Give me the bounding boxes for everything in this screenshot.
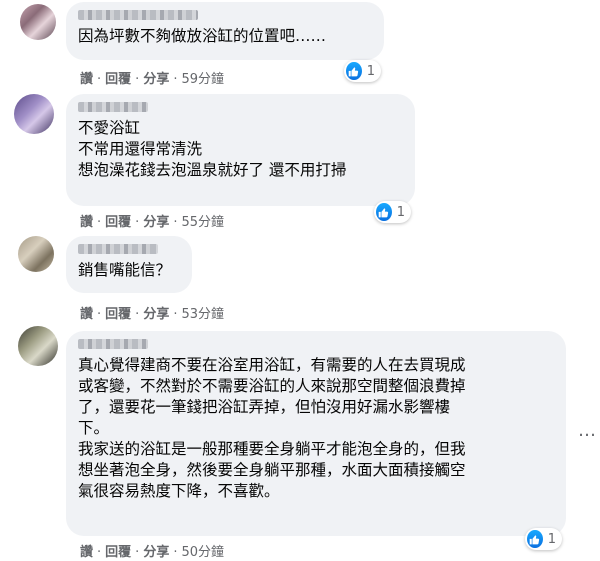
separator: · bbox=[135, 545, 140, 560]
timestamp[interactable]: 59分鐘 bbox=[181, 72, 224, 87]
comment-text-line: 了，還要花一筆錢把浴缸弄掉，但怕沒用好漏水影響樓 bbox=[78, 398, 451, 416]
comment-text-line: 想坐著泡全身，然後要全身躺平那種，水面大面積接觸空 bbox=[78, 461, 466, 479]
comment-actions: 讚 · 回覆 · 分享 · 59分鐘 bbox=[80, 68, 224, 87]
like-icon bbox=[527, 530, 543, 548]
commenter-name-blurred[interactable] bbox=[78, 244, 158, 254]
avatar[interactable] bbox=[20, 4, 56, 40]
comment-text-line: 不常用還得常清洗 bbox=[78, 140, 203, 158]
reply-link[interactable]: 回覆 bbox=[105, 307, 131, 322]
like-icon bbox=[376, 203, 392, 221]
share-link[interactable]: 分享 bbox=[143, 215, 169, 230]
separator: · bbox=[97, 72, 102, 87]
reaction-summary[interactable]: 1 bbox=[374, 201, 411, 223]
share-link[interactable]: 分享 bbox=[143, 307, 169, 322]
separator: · bbox=[135, 307, 140, 322]
comment-bubble: 因為坪數不夠做放浴缸的位置吧…… bbox=[66, 2, 384, 60]
commenter-name-blurred[interactable] bbox=[78, 102, 148, 112]
like-link[interactable]: 讚 bbox=[80, 307, 93, 322]
like-link[interactable]: 讚 bbox=[80, 545, 93, 560]
share-link[interactable]: 分享 bbox=[143, 72, 169, 87]
comment-bubble: 不愛浴缸 不常用還得常清洗 想泡澡花錢去泡溫泉就好了 還不用打掃 bbox=[66, 94, 415, 206]
reaction-count: 1 bbox=[396, 204, 405, 220]
separator: · bbox=[97, 545, 102, 560]
separator: · bbox=[173, 72, 178, 87]
avatar[interactable] bbox=[14, 94, 54, 134]
reaction-summary[interactable]: 1 bbox=[525, 528, 562, 550]
separator: · bbox=[173, 215, 178, 230]
comment-bubble: 銷售嘴能信？ bbox=[66, 236, 192, 293]
reaction-summary[interactable]: 1 bbox=[344, 60, 381, 82]
reaction-count: 1 bbox=[547, 531, 556, 547]
comment-text-line: 我家送的浴缸是一般那種要全身躺平才能泡全身的，但我 bbox=[78, 440, 466, 458]
comment-text-line: 不愛浴缸 bbox=[78, 119, 141, 137]
reply-link[interactable]: 回覆 bbox=[105, 72, 131, 87]
commenter-name-blurred[interactable] bbox=[78, 339, 148, 349]
like-link[interactable]: 讚 bbox=[80, 72, 93, 87]
comment-bubble: 真心覺得建商不要在浴室用浴缸，有需要的人在去買現成 或客變，不然對於不需要浴缸的… bbox=[66, 331, 566, 536]
like-icon bbox=[346, 62, 362, 80]
comment-text-line: 或客變，不然對於不需要浴缸的人來說那空間整個浪費掉 bbox=[78, 377, 466, 395]
separator: · bbox=[97, 215, 102, 230]
like-link[interactable]: 讚 bbox=[80, 215, 93, 230]
comment-text: 銷售嘴能信？ bbox=[78, 261, 172, 279]
timestamp[interactable]: 53分鐘 bbox=[181, 307, 224, 322]
reply-link[interactable]: 回覆 bbox=[105, 545, 131, 560]
separator: · bbox=[135, 72, 140, 87]
commenter-name-blurred[interactable] bbox=[78, 10, 198, 20]
timestamp[interactable]: 50分鐘 bbox=[181, 545, 224, 560]
comment-text-line: 氣很容易熱度下降，不喜歡。 bbox=[78, 482, 280, 500]
share-link[interactable]: 分享 bbox=[143, 545, 169, 560]
comment-actions: 讚 · 回覆 · 分享 · 55分鐘 bbox=[80, 211, 224, 230]
comment-actions: 讚 · 回覆 · 分享 · 50分鐘 bbox=[80, 541, 224, 560]
reply-link[interactable]: 回覆 bbox=[105, 215, 131, 230]
timestamp[interactable]: 55分鐘 bbox=[181, 215, 224, 230]
comment-text-line: 下。 bbox=[78, 419, 110, 437]
comment-text: 因為坪數不夠做放浴缸的位置吧…… bbox=[78, 27, 327, 45]
comment-actions: 讚 · 回覆 · 分享 · 53分鐘 bbox=[80, 303, 224, 322]
more-options-icon[interactable]: … bbox=[578, 420, 597, 441]
separator: · bbox=[173, 307, 178, 322]
avatar[interactable] bbox=[18, 236, 54, 272]
reaction-count: 1 bbox=[366, 63, 375, 79]
comment-text-line: 想泡澡花錢去泡溫泉就好了 還不用打掃 bbox=[78, 161, 347, 179]
separator: · bbox=[97, 307, 102, 322]
separator: · bbox=[173, 545, 178, 560]
separator: · bbox=[135, 215, 140, 230]
avatar[interactable] bbox=[18, 326, 58, 366]
comment-text-line: 真心覺得建商不要在浴室用浴缸，有需要的人在去買現成 bbox=[78, 356, 466, 374]
